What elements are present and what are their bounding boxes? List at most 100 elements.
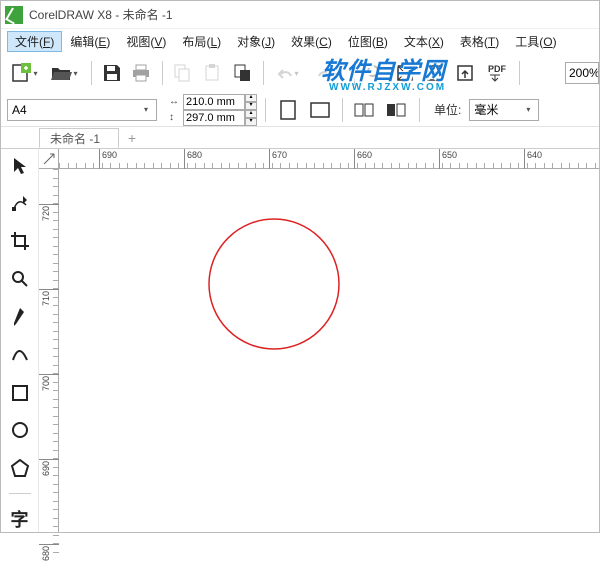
export-icon [456, 64, 474, 82]
page-height-input[interactable] [183, 110, 245, 126]
landscape-icon [310, 102, 330, 118]
crop-tool[interactable] [6, 229, 34, 255]
publish-pdf-button[interactable]: PDF [481, 59, 513, 87]
chevron-down-icon: ▾ [295, 69, 303, 78]
pick-icon [12, 156, 28, 176]
property-bar: A4 ▾ ↔ ▴▾ ↕ ▴▾ 单位: 毫米 ▾ [1, 93, 599, 127]
print-button[interactable] [128, 59, 156, 87]
menu-table[interactable]: 表格(T) [452, 31, 507, 52]
clip-format-icon [234, 64, 252, 82]
width-spinner[interactable]: ▴▾ [245, 94, 257, 110]
arrow-down-icon [488, 74, 502, 82]
canvas-area: 690 680 670 660 650 640 630 720 710 700 … [39, 149, 599, 532]
menu-edit[interactable]: 编辑(E) [62, 31, 118, 52]
menu-layout[interactable]: 布局(L) [174, 31, 229, 52]
crop-icon [11, 232, 29, 250]
standard-toolbar: ▾ ▾ ▾ ▾ PDF [1, 53, 599, 93]
artistic-icon [11, 346, 29, 364]
current-page-icon [386, 101, 408, 119]
chevron-down-icon: ▾ [34, 69, 42, 78]
separator [342, 98, 343, 122]
freehand-icon [12, 307, 28, 327]
save-icon [103, 64, 121, 82]
zoom-icon [11, 270, 29, 288]
separator [263, 61, 264, 85]
menu-bitmap[interactable]: 位图(B) [340, 31, 396, 52]
polygon-tool[interactable] [6, 455, 34, 481]
redo-button[interactable]: ▾ [310, 59, 348, 87]
shape-icon [11, 195, 29, 213]
separator [265, 98, 266, 122]
freehand-tool[interactable] [6, 304, 34, 330]
copy-icon [174, 64, 192, 82]
fullscreen-button[interactable] [391, 59, 419, 87]
shape-tool[interactable] [6, 191, 34, 217]
new-button[interactable]: ▾ [7, 59, 45, 87]
page-width-input[interactable] [183, 94, 245, 110]
menu-view[interactable]: 视图(V) [118, 31, 174, 52]
artistic-media-tool[interactable] [6, 342, 34, 368]
menu-text[interactable]: 文本(X) [396, 31, 452, 52]
portrait-button[interactable] [274, 96, 302, 124]
import-icon [426, 64, 444, 82]
search-button[interactable] [361, 59, 389, 87]
chevron-down-icon: ▾ [74, 69, 82, 78]
menu-tools[interactable]: 工具(O) [507, 31, 564, 52]
height-spinner[interactable]: ▴▾ [245, 110, 257, 126]
all-pages-button[interactable] [351, 96, 379, 124]
zoom-tool[interactable] [6, 266, 34, 292]
separator [91, 61, 92, 85]
zoom-level[interactable] [565, 53, 599, 93]
portrait-icon [280, 100, 296, 120]
paste-button[interactable] [199, 59, 227, 87]
copy-button[interactable] [169, 59, 197, 87]
separator [519, 61, 520, 85]
red-circle-shape[interactable] [209, 219, 339, 349]
landscape-button[interactable] [306, 96, 334, 124]
ruler-horizontal[interactable]: 690 680 670 660 650 640 630 [59, 149, 599, 169]
units-combo[interactable]: 毫米 ▾ [469, 99, 539, 121]
text-tool[interactable]: 字 [6, 506, 34, 532]
separator [419, 98, 420, 122]
fullscreen-icon [396, 64, 414, 82]
import-button[interactable] [421, 59, 449, 87]
undo-icon [276, 66, 294, 80]
save-button[interactable] [98, 59, 126, 87]
export-button[interactable] [451, 59, 479, 87]
pick-tool[interactable] [6, 153, 34, 179]
redo-icon [316, 66, 334, 80]
tab-add-button[interactable]: + [123, 130, 141, 148]
ruler-vertical[interactable]: 720 710 700 690 680 [39, 169, 59, 532]
document-tabs: 未命名 -1 + [1, 127, 599, 149]
search-icon [366, 64, 384, 82]
undo-button[interactable]: ▾ [270, 59, 308, 87]
new-icon [11, 63, 33, 83]
toolbox: 字 [1, 149, 39, 532]
paste-icon [204, 64, 222, 82]
menubar: 文件(F) 编辑(E) 视图(V) 布局(L) 对象(J) 效果(C) 位图(B… [1, 29, 599, 53]
open-button[interactable]: ▾ [47, 59, 85, 87]
text-icon: 字 [11, 506, 29, 532]
rectangle-tool[interactable] [6, 380, 34, 406]
zoom-input[interactable] [565, 62, 599, 84]
paper-size-combo[interactable]: A4 ▾ [7, 99, 157, 121]
app-logo [5, 6, 23, 24]
menu-file[interactable]: 文件(F) [7, 31, 62, 52]
ellipse-icon [11, 421, 29, 439]
open-icon [51, 64, 73, 82]
page-dimensions: ↔ ▴▾ ↕ ▴▾ [169, 94, 257, 126]
ruler-origin[interactable] [39, 149, 59, 169]
polygon-icon [11, 459, 29, 477]
ellipse-tool[interactable] [6, 417, 34, 443]
chevron-down-icon: ▾ [335, 69, 343, 78]
clip-format-button[interactable] [229, 59, 257, 87]
menu-effect[interactable]: 效果(C) [283, 31, 340, 52]
menu-object[interactable]: 对象(J) [229, 31, 283, 52]
pdf-label: PDF [488, 65, 506, 74]
toolbox-separator [9, 493, 31, 494]
current-page-button[interactable] [383, 96, 411, 124]
canvas[interactable] [59, 169, 599, 532]
units-label: 单位: [434, 101, 461, 118]
pages-icon [354, 101, 376, 119]
tab-doc1[interactable]: 未命名 -1 [39, 128, 119, 148]
